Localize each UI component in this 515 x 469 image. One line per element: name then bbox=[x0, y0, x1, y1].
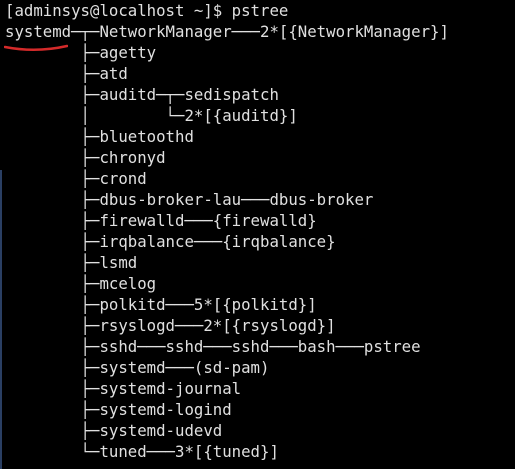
tree-line-atd: ├─atd bbox=[5, 64, 128, 83]
tree-line-auditd: ├─auditd─┬─sedispatch bbox=[5, 85, 279, 104]
tree-line-dbus-broker: ├─dbus-broker-lau───dbus-broker bbox=[5, 190, 374, 209]
tree-line-bluetoothd: ├─bluetoothd bbox=[5, 127, 194, 146]
tree-line-auditd-threads: │ └─2*[{auditd}] bbox=[5, 106, 298, 125]
terminal-window[interactable]: [adminsys@localhost ~]$ pstree systemd─┬… bbox=[0, 0, 515, 469]
tree-line-lsmd: ├─lsmd bbox=[5, 253, 138, 272]
tree-line-sshd: ├─sshd───sshd───sshd───bash───pstree bbox=[5, 337, 421, 356]
tree-line-irqbalance: ├─irqbalance───{irqbalance} bbox=[5, 232, 336, 251]
tree-line-systemd-user: ├─systemd───(sd-pam) bbox=[5, 358, 270, 377]
tree-line-firewalld: ├─firewalld───{firewalld} bbox=[5, 211, 317, 230]
tree-line-mcelog: ├─mcelog bbox=[5, 274, 157, 293]
prompt-command-line: [adminsys@localhost ~]$ pstree bbox=[5, 1, 289, 20]
tree-line-agetty: ├─agetty bbox=[5, 43, 157, 62]
tree-line-systemd: systemd─┬─NetworkManager───2*[{NetworkMa… bbox=[5, 22, 449, 41]
tree-line-systemd-logind: ├─systemd-logind bbox=[5, 400, 232, 419]
tree-line-chronyd: ├─chronyd bbox=[5, 148, 166, 167]
tree-line-systemd-udevd: ├─systemd-udevd bbox=[5, 421, 223, 440]
tree-line-systemd-journal: ├─systemd-journal bbox=[5, 379, 242, 398]
tree-line-tuned: └─tuned───3*[{tuned}] bbox=[5, 442, 279, 461]
tree-line-crond: ├─crond bbox=[5, 169, 147, 188]
tree-line-polkitd: ├─polkitd───5*[{polkitd}] bbox=[5, 295, 317, 314]
tree-line-rsyslogd: ├─rsyslogd───2*[{rsyslogd}] bbox=[5, 316, 336, 335]
window-edge-bar bbox=[0, 170, 2, 469]
